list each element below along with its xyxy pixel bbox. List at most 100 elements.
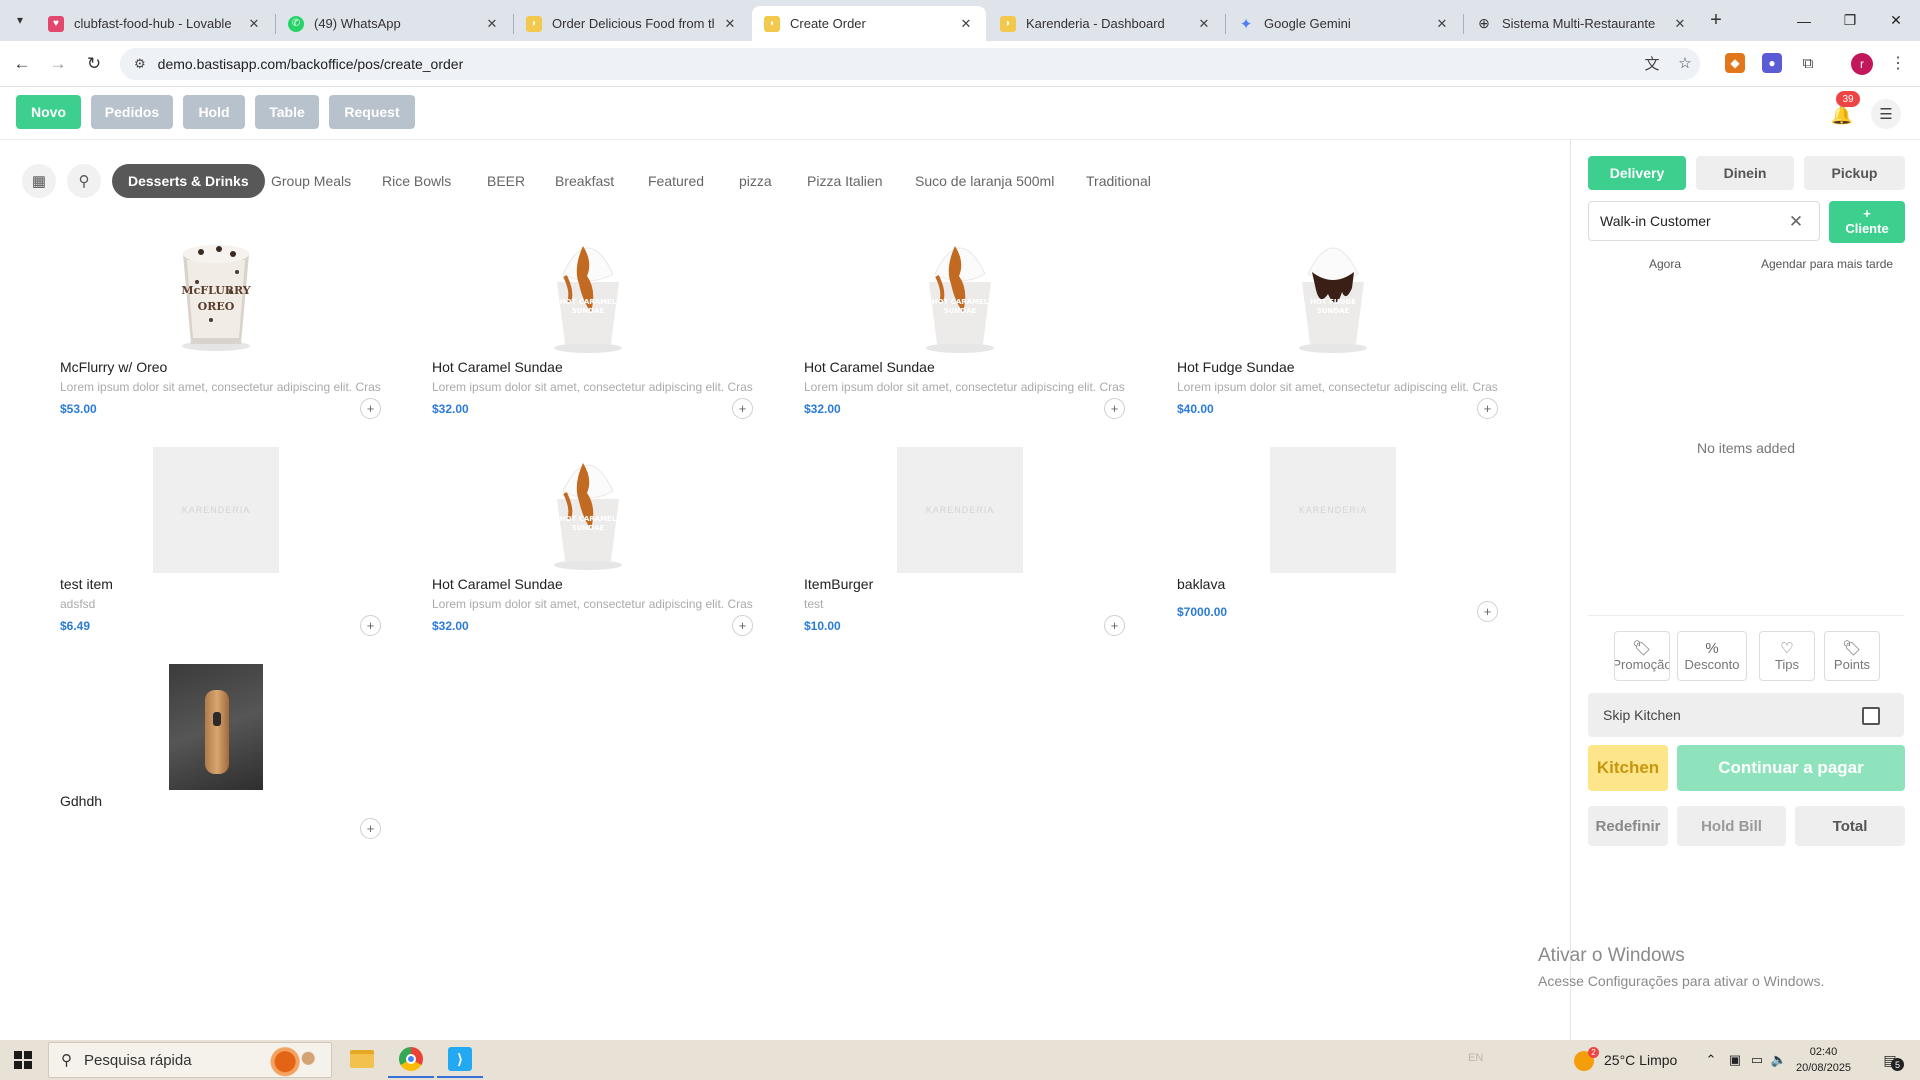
url-text[interactable]: demo.bastisapp.com/backoffice/pos/create… (158, 56, 464, 72)
add-item-plus-icon[interactable]: + (360, 818, 381, 839)
hold-button[interactable]: Hold (183, 95, 245, 129)
product-card[interactable]: HOT FUDGE SUNDAE Hot Fudge Sundae Lorem … (1165, 228, 1501, 428)
category-breakfast[interactable]: Breakfast (555, 164, 614, 198)
promo-button[interactable]: 🏷 Promoção (1614, 631, 1670, 681)
category-beer[interactable]: BEER (487, 164, 525, 198)
add-customer-button[interactable]: + Cliente (1829, 201, 1905, 243)
close-tab-icon[interactable]: ✕ (1196, 16, 1212, 32)
bookmark-star-icon[interactable]: ☆ (1673, 51, 1697, 75)
extension-icon[interactable]: ● (1762, 53, 1782, 73)
category-desserts-drinks[interactable]: Desserts & Drinks (112, 164, 265, 198)
close-tab-icon[interactable]: ✕ (246, 16, 262, 32)
browser-tab[interactable]: ◗ Order Delicious Food from the ✕ (514, 6, 750, 41)
points-button[interactable]: 🏷 Points (1824, 631, 1880, 681)
request-button[interactable]: Request (329, 95, 415, 129)
browser-tab[interactable]: ⊕ Sistema Multi-Restaurante ✕ (1464, 6, 1700, 41)
product-card[interactable]: HOT CARAMEL SUNDAE Hot Caramel Sundae Lo… (420, 445, 756, 645)
input-language-indicator[interactable]: EN (1468, 1052, 1483, 1064)
add-item-plus-icon[interactable]: + (1477, 601, 1498, 622)
close-tab-icon[interactable]: ✕ (958, 16, 974, 32)
add-item-plus-icon[interactable]: + (732, 398, 753, 419)
browser-tab[interactable]: ✆ (49) WhatsApp ✕ (276, 6, 512, 41)
reset-button[interactable]: Redefinir (1588, 806, 1668, 846)
profile-avatar[interactable]: r (1851, 53, 1873, 75)
close-tab-icon[interactable]: ✕ (1434, 16, 1450, 32)
tab-search-chevron-icon[interactable]: ▾ (8, 8, 32, 32)
chevron-up-icon[interactable]: ⌃ (1702, 1051, 1720, 1069)
tag-icon: 🏷 (1632, 640, 1652, 657)
add-item-plus-icon[interactable]: + (360, 615, 381, 636)
product-card[interactable]: KARENDERIA baklava $7000.00 + (1165, 445, 1501, 645)
new-tab-plus-icon[interactable]: + (1704, 8, 1728, 32)
restore-icon[interactable]: ❐ (1827, 0, 1873, 41)
site-favicon-icon: ◗ (764, 15, 780, 32)
metamask-extension-icon[interactable]: ◆ (1725, 53, 1745, 73)
browser-tab[interactable]: ◗ Karenderia - Dashboard ✕ (988, 6, 1224, 41)
category-pizza[interactable]: pizza (739, 164, 772, 198)
category-featured[interactable]: Featured (648, 164, 704, 198)
schedule-now-option[interactable]: Agora (1649, 257, 1681, 271)
extensions-puzzle-icon[interactable]: ⧉ (1798, 53, 1818, 73)
category-group-meals[interactable]: Group Meals (271, 164, 351, 198)
order-type-delivery[interactable]: Delivery (1588, 156, 1686, 190)
close-tab-icon[interactable]: ✕ (1672, 16, 1688, 32)
volume-icon[interactable]: 🔈 (1770, 1051, 1788, 1069)
category-pizza-italien[interactable]: Pizza Italien (807, 164, 882, 198)
browser-menu-icon[interactable]: ⋮ (1888, 53, 1908, 73)
add-item-plus-icon[interactable]: + (1104, 615, 1125, 636)
category-rice-bowls[interactable]: Rice Bowls (382, 164, 451, 198)
browser-tab-active[interactable]: ◗ Create Order ✕ (752, 6, 986, 41)
orders-button[interactable]: Pedidos (91, 95, 173, 129)
add-item-plus-icon[interactable]: + (1104, 398, 1125, 419)
add-item-plus-icon[interactable]: + (732, 615, 753, 636)
order-type-pickup[interactable]: Pickup (1804, 156, 1905, 190)
close-tab-icon[interactable]: ✕ (722, 16, 738, 32)
product-card[interactable]: HOT CARAMEL SUNDAE Hot Caramel Sundae Lo… (420, 228, 756, 428)
windows-start-icon[interactable] (0, 1040, 46, 1080)
chrome-icon[interactable] (388, 1042, 434, 1078)
discount-button[interactable]: % Desconto (1677, 631, 1747, 681)
order-type-dinein[interactable]: Dinein (1696, 156, 1794, 190)
watermark-subtitle: Acesse Configurações para ativar o Windo… (1538, 973, 1825, 989)
file-explorer-icon[interactable] (339, 1042, 385, 1078)
browser-tab[interactable]: ✦ Google Gemini ✕ (1226, 6, 1462, 41)
browser-tab[interactable]: ♥ clubfast-food-hub - Lovable ✕ (36, 6, 274, 41)
meet-now-icon[interactable]: ▣ (1726, 1051, 1744, 1069)
tips-button[interactable]: ♡ Tips (1759, 631, 1815, 681)
search-icon[interactable]: ⚲ (67, 164, 101, 198)
translate-icon[interactable]: 文 (1640, 51, 1664, 75)
add-item-plus-icon[interactable]: + (360, 398, 381, 419)
network-icon[interactable]: ▭ (1748, 1051, 1766, 1069)
forward-arrow-icon[interactable]: → (44, 50, 72, 78)
add-item-plus-icon[interactable]: + (1477, 398, 1498, 419)
schedule-later-option[interactable]: Agendar para mais tarde (1761, 257, 1893, 271)
back-arrow-icon[interactable]: ← (8, 50, 36, 78)
product-card[interactable]: McFLURRY OREO McFlurry w/ Oreo Lorem ips… (48, 228, 384, 428)
kitchen-button[interactable]: Kitchen (1588, 745, 1668, 791)
new-order-button[interactable]: Novo (16, 95, 81, 129)
category-traditional[interactable]: Traditional (1086, 164, 1151, 198)
category-orange-juice[interactable]: Suco de laranja 500ml (915, 164, 1054, 198)
close-window-icon[interactable]: ✕ (1873, 0, 1919, 41)
product-card[interactable]: Gdhdh + (48, 662, 384, 862)
table-button[interactable]: Table (255, 95, 319, 129)
close-tab-icon[interactable]: ✕ (484, 16, 500, 32)
product-card[interactable]: KARENDERIA test item adsfsd $6.49 + (48, 445, 384, 645)
total-button[interactable]: Total (1795, 806, 1905, 846)
site-info-icon[interactable]: ⚙ (134, 56, 146, 72)
clear-customer-icon[interactable]: ✕ (1786, 212, 1806, 232)
product-image: KARENDERIA (792, 445, 1128, 575)
hold-bill-button[interactable]: Hold Bill (1677, 806, 1786, 846)
address-bar[interactable]: ⚙ demo.bastisapp.com/backoffice/pos/crea… (120, 48, 1700, 80)
minimize-icon[interactable]: — (1781, 0, 1827, 41)
system-clock[interactable]: 02:40 20/08/2025 (1796, 1044, 1851, 1076)
hamburger-menu-icon[interactable]: ☰ (1871, 99, 1901, 129)
skip-kitchen-checkbox[interactable] (1862, 707, 1880, 725)
weather-text[interactable]: 25°C Limpo (1604, 1052, 1677, 1068)
qr-scan-icon[interactable]: ▦ (22, 164, 56, 198)
reload-icon[interactable]: ↻ (80, 50, 108, 78)
vscode-icon[interactable]: ⟩ (437, 1042, 483, 1078)
product-card[interactable]: KARENDERIA ItemBurger test $10.00 + (792, 445, 1128, 645)
continue-to-pay-button[interactable]: Continuar a pagar (1677, 745, 1905, 791)
product-card[interactable]: HOT CARAMEL SUNDAE Hot Caramel Sundae Lo… (792, 228, 1128, 428)
